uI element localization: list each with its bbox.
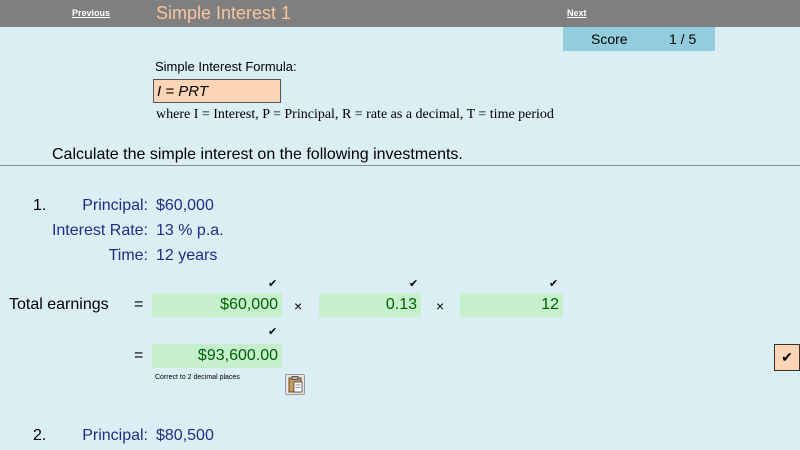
score-box: Score 1 / 5 — [563, 27, 715, 51]
clipboard-icon — [288, 376, 303, 393]
rate-answer-field[interactable]: 0.13 — [319, 293, 421, 317]
formula-expression: I = PRT — [153, 79, 281, 103]
multiply-sign: × — [436, 298, 445, 314]
check-icon: ✔ — [409, 278, 419, 290]
multiply-sign: × — [294, 298, 303, 314]
equals-sign: = — [134, 296, 144, 313]
top-bar — [0, 0, 800, 27]
principal-answer-field[interactable]: $60,000 — [152, 293, 282, 317]
instruction-text: Calculate the simple interest on the fol… — [52, 146, 463, 163]
principal-label: Principal: — [82, 427, 148, 444]
previous-link[interactable]: Previous — [72, 8, 110, 18]
principal-label: Principal: — [82, 197, 148, 214]
principal-value: $80,500 — [156, 427, 214, 444]
paste-button[interactable] — [285, 374, 305, 395]
interest-rate-value: 13 % p.a. — [156, 222, 224, 239]
interest-rate-label: Interest Rate: — [51, 222, 148, 239]
score-value: 1 / 5 — [669, 31, 697, 47]
check-icon: ✔ — [268, 326, 278, 338]
result-answer-field[interactable]: $93,600.00 — [152, 344, 282, 368]
total-earnings-label: Total earnings — [9, 296, 109, 313]
formula-caption: Simple Interest Formula: — [155, 59, 297, 74]
time-answer-field[interactable]: 12 — [460, 293, 563, 317]
formula-explanation: where I = Interest, P = Principal, R = r… — [156, 107, 554, 122]
principal-value: $60,000 — [156, 197, 214, 214]
check-icon: ✔ — [268, 278, 278, 290]
page-title: Simple Interest 1 — [156, 3, 292, 23]
next-link[interactable]: Next — [567, 8, 587, 18]
divider — [0, 165, 800, 166]
rounding-note: Correct to 2 decimal places — [155, 374, 240, 381]
check-icon: ✔ — [549, 278, 559, 290]
equals-sign: = — [134, 347, 144, 364]
time-value: 12 years — [156, 247, 218, 264]
result-check-button[interactable]: ✔ — [774, 344, 800, 371]
time-label: Time: — [108, 247, 148, 264]
score-label: Score — [591, 31, 628, 47]
